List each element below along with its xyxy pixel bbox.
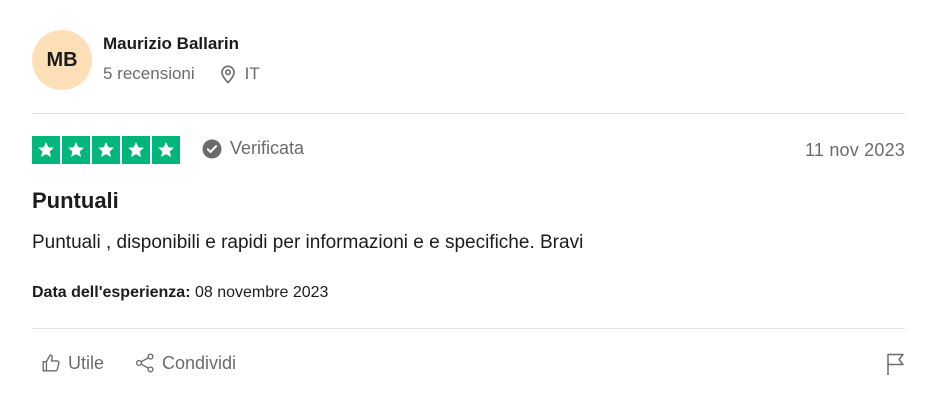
reviewer-meta: 5 recensioni IT	[103, 64, 260, 84]
review-count: 5 recensioni	[103, 64, 195, 83]
avatar[interactable]: MB	[32, 30, 92, 90]
star-rating	[32, 136, 180, 164]
avatar-initials: MB	[46, 48, 78, 71]
review-text: Puntuali , disponibili e rapidi per info…	[32, 232, 584, 253]
verified-badge[interactable]: Verificata	[202, 138, 304, 159]
check-circle-icon	[202, 139, 222, 158]
useful-label: Utile	[68, 352, 105, 373]
divider	[32, 113, 905, 114]
star-icon	[152, 136, 180, 164]
verified-label: Verificata	[230, 138, 305, 158]
divider	[32, 328, 905, 329]
share-icon	[135, 353, 154, 373]
star-icon	[62, 136, 90, 164]
star-icon	[92, 136, 120, 164]
useful-button[interactable]: Utile	[40, 352, 104, 374]
experience-label: Data dell'esperienza:	[32, 284, 191, 301]
share-button[interactable]: Condividi	[134, 352, 236, 374]
reviewer-country: IT	[244, 64, 260, 83]
review-actions: Utile Condividi	[40, 352, 236, 374]
star-icon	[32, 136, 60, 164]
flag-icon	[887, 353, 904, 375]
review-title: Puntuali	[32, 188, 119, 213]
thumbs-up-icon	[42, 354, 60, 372]
experience-value: 08 novembre 2023	[194, 284, 329, 301]
reviewer-name[interactable]: Maurizio Ballarin	[103, 34, 239, 54]
location-pin-icon	[219, 64, 237, 84]
experience-date: Data dell'esperienza: 08 novembre 2023	[32, 284, 328, 302]
star-icon	[122, 136, 150, 164]
review-date: 11 nov 2023	[805, 140, 905, 160]
report-button[interactable]	[885, 352, 907, 381]
share-label: Condividi	[162, 352, 237, 373]
